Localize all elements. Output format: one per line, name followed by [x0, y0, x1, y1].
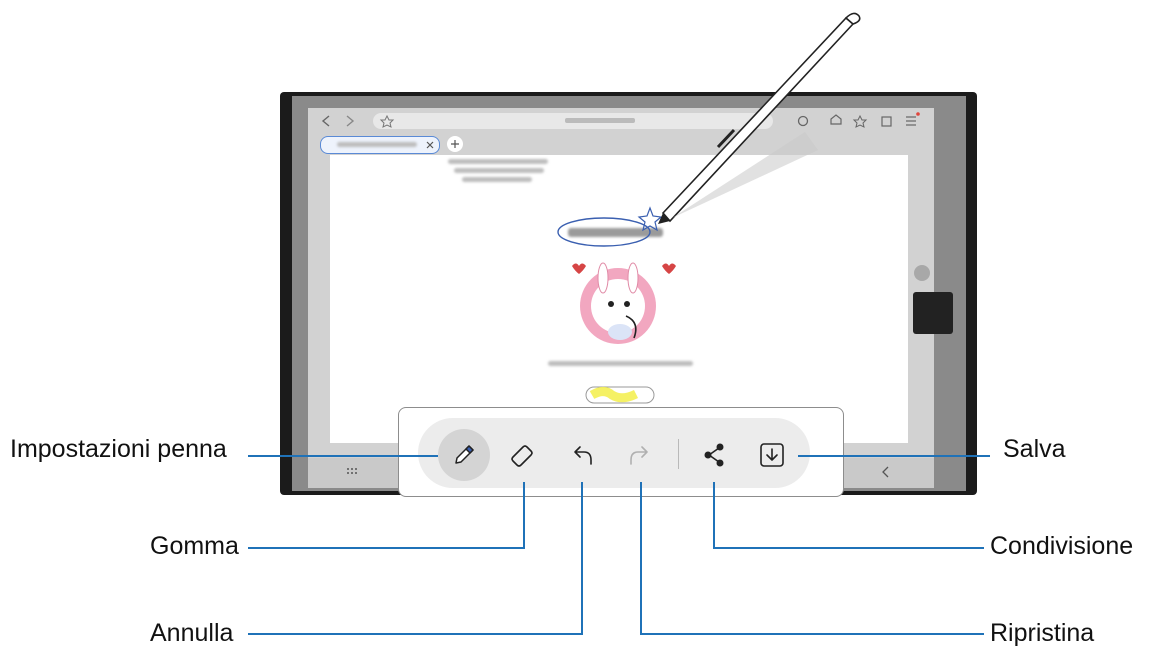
callout-label-redo: Ripristina	[990, 619, 1095, 647]
callout-label-pen-settings: Impostazioni penna	[10, 435, 227, 463]
callout-line-eraser	[248, 482, 525, 549]
callout-label-eraser: Gomma	[150, 532, 239, 560]
callout-label-share: Condivisione	[990, 532, 1134, 560]
callout-line-redo	[640, 482, 984, 635]
callout-label-save: Salva	[1003, 435, 1066, 463]
callout-line-share	[713, 482, 984, 549]
callout-label-undo: Annulla	[150, 619, 234, 647]
callout-line-undo	[248, 482, 583, 635]
